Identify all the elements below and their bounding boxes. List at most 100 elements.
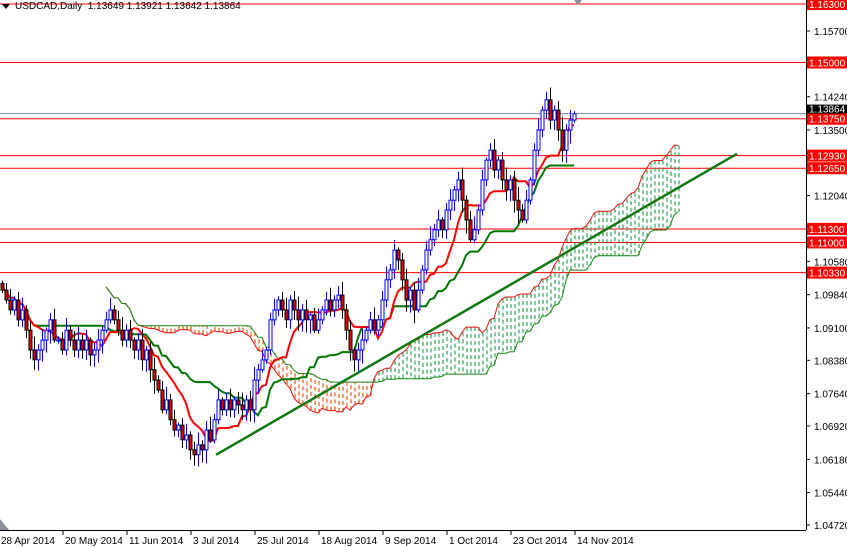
candle-bear <box>68 329 73 341</box>
candle-bull <box>564 129 569 151</box>
candle-bull <box>308 314 313 321</box>
candle-bear <box>412 289 417 311</box>
candle-bear <box>296 309 301 321</box>
scroll-marker-icon <box>0 519 9 530</box>
candle-bear <box>556 109 561 131</box>
candle-bull <box>176 424 181 431</box>
price-tick-label: 1.09100 <box>814 324 847 335</box>
candle-bear <box>284 309 289 321</box>
price-tick-label: 1.06920 <box>814 422 847 433</box>
candle-bear <box>116 319 121 331</box>
level-label: 1.13750 <box>809 115 846 126</box>
candle-bull <box>260 359 265 371</box>
candle-bull <box>264 349 269 361</box>
time-tick-label: 3 Jul 2014 <box>193 536 240 547</box>
candle-bull <box>360 339 365 351</box>
dropdown-triangle-icon[interactable] <box>2 3 10 9</box>
time-tick-label: 1 Oct 2014 <box>449 536 498 547</box>
kijun-sen-line <box>1 164 574 417</box>
price-tick-label: 1.04720 <box>814 521 847 532</box>
time-tick-label: 9 Sep 2014 <box>385 536 437 547</box>
candle-bear <box>32 349 37 361</box>
candle-bull <box>384 279 389 301</box>
candle-bear <box>188 434 193 451</box>
candle-bull <box>204 429 209 451</box>
candle-bear <box>168 399 173 421</box>
candle-bull <box>320 309 325 321</box>
level-label: 1.12930 <box>809 152 846 163</box>
candle-bear <box>72 339 77 351</box>
candle-bull <box>452 189 457 201</box>
candle-bear <box>180 424 185 441</box>
candle-bull <box>256 369 261 381</box>
candle-bear <box>208 429 213 441</box>
candle-bear <box>228 399 233 411</box>
candle-bear <box>292 299 297 311</box>
candle-bull <box>64 329 69 351</box>
candle-bull <box>524 199 529 221</box>
candle-bear <box>4 289 9 301</box>
candle-bull <box>336 294 341 301</box>
ohlc-values: 1.13649 1.13921 1.13642 1.13864 <box>87 1 241 12</box>
candle-bear <box>492 149 497 171</box>
candle-bull <box>476 209 481 231</box>
candle-bull <box>324 299 329 311</box>
candle-bull <box>44 329 49 341</box>
candle-bear <box>460 179 465 201</box>
price-tick-label: 1.13500 <box>814 126 847 137</box>
candle-bull <box>108 309 113 321</box>
candle-bear <box>28 329 33 351</box>
candle-bear <box>560 129 565 151</box>
candle-bear <box>344 309 349 331</box>
candle-bull <box>484 159 489 181</box>
time-tick-label: 20 May 2014 <box>65 536 123 547</box>
candle-bull <box>84 339 89 351</box>
candle-bear <box>404 279 409 301</box>
candle-bull <box>212 419 217 441</box>
candle-bull <box>56 339 61 342</box>
candle-bear <box>304 309 309 321</box>
price-chart[interactable]: 1.157001.142401.135001.120401.105801.098… <box>0 0 847 547</box>
time-tick-label: 25 Jul 2014 <box>257 536 309 547</box>
candle-bear <box>8 299 13 311</box>
candle-bull <box>316 319 321 331</box>
candle-bear <box>172 419 177 431</box>
candle-bear <box>132 339 137 351</box>
candle-bear <box>512 179 517 201</box>
candle-bull <box>388 269 393 281</box>
level-label: 1.11000 <box>809 238 845 249</box>
candle-bull <box>136 339 141 351</box>
candle-bull <box>216 399 221 421</box>
candle-bull <box>380 299 385 321</box>
candle-bear <box>504 179 509 191</box>
time-tick-label: 23 Oct 2014 <box>513 536 568 547</box>
candle-bull <box>20 309 25 321</box>
candle-bull <box>224 399 229 411</box>
candle-bear <box>520 209 525 221</box>
candle-bear <box>312 314 317 331</box>
candle-bull <box>144 349 149 361</box>
candle-bull <box>480 179 485 211</box>
candle-bear <box>16 299 21 321</box>
candle-bear <box>280 299 285 311</box>
candle-bull <box>448 199 453 211</box>
candle-bull <box>488 149 493 161</box>
candle-bull <box>528 179 533 201</box>
candle-bull <box>288 299 293 321</box>
candle-bear <box>140 339 145 361</box>
current-price-label: 1.13864 <box>809 105 846 116</box>
price-tick-label: 1.15700 <box>814 27 847 38</box>
candle-bull <box>364 329 369 341</box>
candle-bear <box>120 329 125 341</box>
candle-bull <box>252 379 257 411</box>
candle-bull <box>100 329 105 341</box>
chart-header: USDCAD,Daily 1.13649 1.13921 1.13642 1.1… <box>2 1 241 12</box>
candle-bear <box>152 369 157 381</box>
candle-bull <box>540 109 545 131</box>
price-tick-label: 1.08380 <box>814 356 847 367</box>
candle-bear <box>348 329 353 351</box>
candle-bear <box>248 399 253 411</box>
candle-bull <box>496 159 501 171</box>
candle-bull <box>432 229 437 241</box>
candle-bull <box>276 299 281 311</box>
